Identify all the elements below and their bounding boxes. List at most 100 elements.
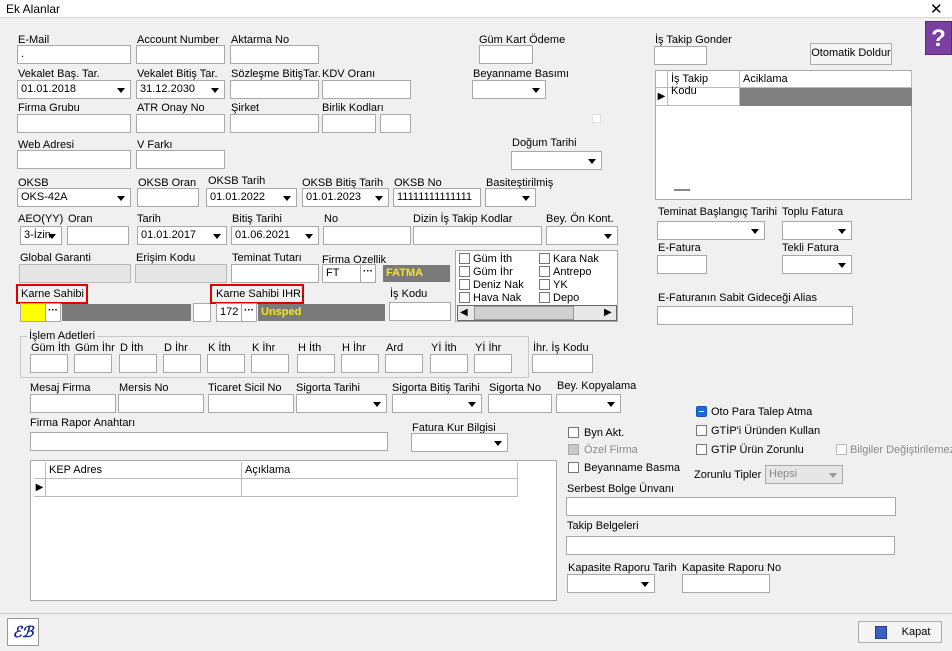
grid-cell[interactable] [46, 479, 242, 497]
otomatik-doldur-button[interactable]: Otomatik Doldur [810, 43, 892, 65]
dogum-tarihi-date[interactable] [511, 151, 602, 170]
sigorta-bitis-date[interactable] [392, 394, 482, 413]
atr-onay-no-field[interactable] [136, 114, 225, 133]
sigorta-no-field[interactable] [488, 394, 552, 413]
scroll-right-icon[interactable]: ▶ [604, 307, 612, 318]
aeo-yy-combo[interactable]: 3-İzin [20, 226, 62, 245]
sozlesme-bitis-field[interactable] [230, 80, 319, 99]
gum-kart-odeme-field[interactable] [479, 45, 533, 64]
oksb-bitis-date[interactable]: 01.01.2023 [302, 188, 389, 207]
beyanname-basma-checkbox[interactable] [568, 462, 579, 473]
karne-sahibi-lookup-button[interactable]: ··· [45, 303, 61, 322]
teminat-tutari-field[interactable] [231, 264, 319, 283]
tarih-date[interactable]: 01.01.2017 [137, 226, 227, 245]
kapasite-tarih-date[interactable] [567, 574, 655, 593]
islem-count-field[interactable] [474, 354, 512, 373]
bey-kopyalama-combo[interactable] [556, 394, 621, 413]
check-depo[interactable] [539, 292, 550, 303]
dizin-is-takip-field[interactable] [413, 226, 542, 245]
islem-count-field[interactable] [74, 354, 112, 373]
gtip-urun-zorunlu-checkbox[interactable] [696, 444, 707, 455]
check-hava-nak[interactable] [459, 292, 470, 303]
account-number-field[interactable] [136, 45, 225, 64]
web-adresi-field[interactable] [17, 150, 131, 169]
check-gum-ith[interactable] [459, 253, 470, 264]
scroll-handle[interactable] [674, 189, 690, 191]
karne-sahibi-extra[interactable] [193, 303, 211, 322]
islem-count-field[interactable] [163, 354, 201, 373]
kdv-orani-field[interactable] [322, 80, 411, 99]
kapasite-no-field[interactable] [682, 574, 770, 593]
sirket-field[interactable] [230, 114, 319, 133]
horizontal-scrollbar[interactable]: ◀ ▶ [457, 305, 617, 321]
email-field[interactable]: . [17, 45, 131, 64]
oksb-combo[interactable]: OKS-42A [17, 188, 131, 207]
e-fatura-field[interactable] [657, 255, 707, 274]
karne-sahibi-code[interactable] [20, 303, 46, 322]
karne-sahibi-ihr-code[interactable]: 172 [216, 303, 244, 322]
oran-field[interactable] [67, 226, 129, 245]
check-gum-ihr[interactable] [459, 266, 470, 277]
no-field[interactable] [323, 226, 411, 245]
col-aciklama: Açıklama [242, 462, 518, 479]
grid-cell[interactable] [668, 88, 740, 106]
oto-para-talep-checkbox[interactable] [696, 406, 707, 417]
islem-count-field[interactable] [297, 354, 335, 373]
basitestirilmis-combo[interactable] [485, 188, 536, 207]
takip-belgeleri-field[interactable] [566, 536, 895, 555]
islem-count-field[interactable] [430, 354, 468, 373]
check-antrepo[interactable] [539, 266, 550, 277]
ihr-is-kodu-field[interactable] [532, 354, 593, 373]
mersis-no-field[interactable] [118, 394, 204, 413]
vekalet-bitis-date[interactable]: 31.12.2030 [136, 80, 225, 99]
grid-cell-selected[interactable] [740, 88, 912, 106]
tekli-fatura-combo[interactable] [782, 255, 852, 274]
oksb-tarih-date[interactable]: 01.01.2022 [206, 188, 297, 207]
oksb-oran-field[interactable] [137, 188, 199, 207]
help-icon[interactable]: ? [925, 21, 952, 55]
bey-on-kont-combo[interactable] [546, 226, 618, 245]
e-fatura-alias-field[interactable] [657, 306, 853, 325]
karne-sahibi-ihr-lookup-button[interactable]: ··· [241, 303, 257, 322]
bitis-tarihi-date[interactable]: 01.06.2021 [231, 226, 319, 245]
ticaret-sicil-field[interactable] [208, 394, 294, 413]
birlik-kodlari-field-2[interactable] [380, 114, 411, 133]
islem-count-field[interactable] [119, 354, 157, 373]
scroll-left-icon[interactable]: ◀ [460, 307, 468, 318]
mesaj-firma-field[interactable] [30, 394, 116, 413]
check-kara-nak[interactable] [539, 253, 550, 264]
kep-grid[interactable]: KEP Adres Açıklama ▶ [30, 460, 557, 601]
is-kodu-field[interactable] [389, 302, 451, 321]
row-pointer-icon: ▶ [34, 479, 46, 497]
v-farki-field[interactable] [136, 150, 225, 169]
fatura-kur-combo[interactable] [411, 433, 508, 452]
gtip-urunden-checkbox[interactable] [696, 425, 707, 436]
grid-cell[interactable] [242, 479, 518, 497]
oksb-no-field[interactable]: 11111111111111 [393, 188, 481, 207]
is-takip-grid[interactable]: İş Takip Kodu Aciklama ▶ [655, 70, 912, 200]
firma-ozellik-code[interactable]: FT [322, 264, 362, 283]
islem-count-field[interactable] [30, 354, 68, 373]
teminat-baslangic-date[interactable] [657, 221, 765, 240]
firma-rapor-field[interactable] [30, 432, 388, 451]
islem-count-field[interactable] [251, 354, 289, 373]
scroll-thumb[interactable] [474, 306, 574, 320]
byn-akt-checkbox[interactable] [568, 427, 579, 438]
close-icon[interactable]: ✕ [930, 0, 943, 18]
islem-count-field[interactable] [385, 354, 423, 373]
firma-ozellik-lookup-button[interactable]: ··· [360, 264, 376, 283]
serbest-bolge-field[interactable] [566, 497, 896, 516]
aktarma-no-field[interactable] [230, 45, 319, 64]
kapat-button[interactable]: Kapat [858, 621, 942, 643]
check-deniz-nak[interactable] [459, 279, 470, 290]
sigorta-tarihi-date[interactable] [296, 394, 387, 413]
toplu-fatura-combo[interactable] [782, 221, 852, 240]
birlik-kodlari-field[interactable] [322, 114, 376, 133]
islem-count-field[interactable] [207, 354, 245, 373]
beyanname-basimi-combo[interactable] [472, 80, 546, 99]
firma-grubu-field[interactable] [17, 114, 131, 133]
is-takip-gonder-field[interactable] [654, 46, 707, 65]
islem-count-field[interactable] [341, 354, 379, 373]
check-yk[interactable] [539, 279, 550, 290]
vekalet-bas-date[interactable]: 01.01.2018 [17, 80, 131, 99]
